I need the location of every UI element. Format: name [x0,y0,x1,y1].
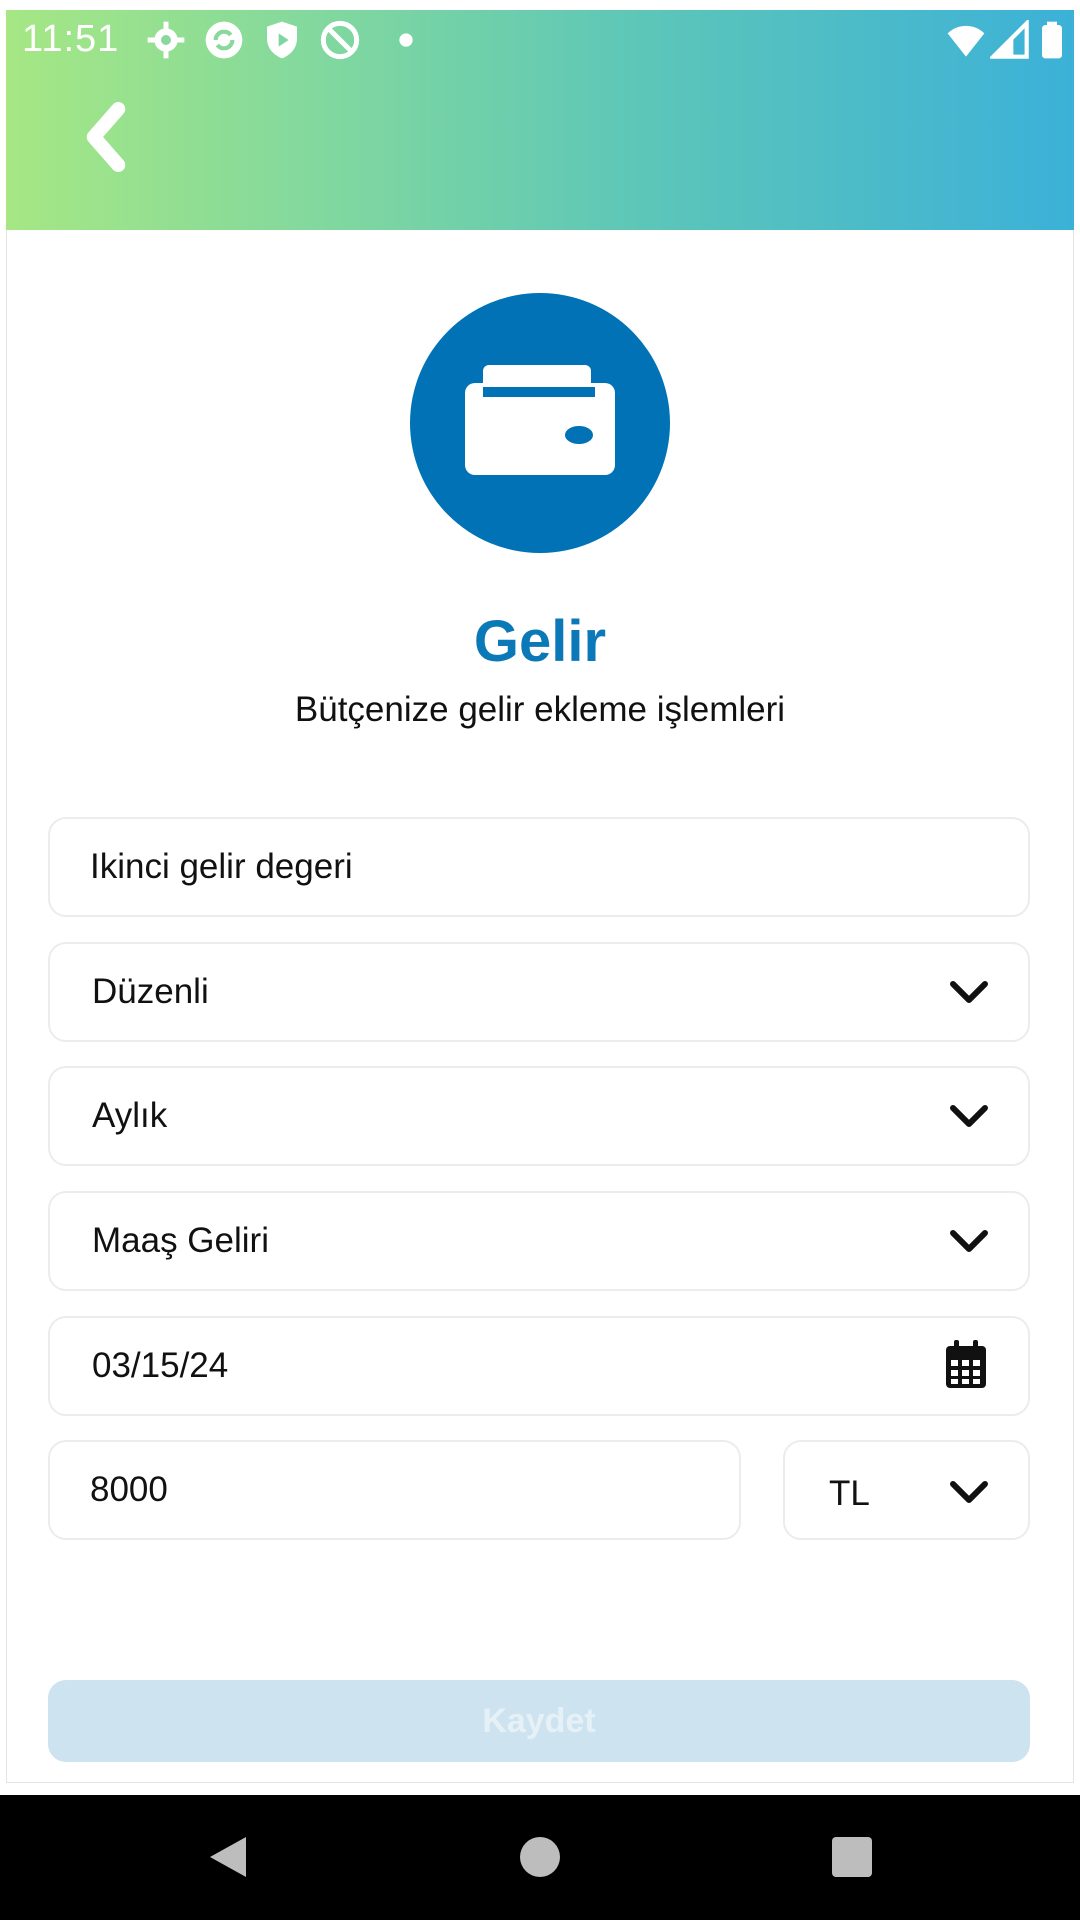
calendar-icon[interactable] [944,1340,988,1390]
chevron-down-icon [950,1230,988,1252]
page-title: Gelir [473,609,607,674]
no-disturb-icon [320,20,360,60]
status-time: 11:51 [22,18,120,60]
frequency-select[interactable]: Aylık [48,1066,1030,1166]
amount-value: 8000 [90,1470,168,1509]
nav-back-icon[interactable] [200,1829,256,1885]
system-nav-bar [0,1795,1080,1920]
amount-field[interactable]: 8000 [48,1440,741,1540]
date-field[interactable]: 03/15/24 [48,1316,1030,1416]
income-type-value: Düzenli [92,972,209,1011]
currency-select[interactable]: TL [783,1440,1030,1540]
wallet-icon [465,365,615,475]
nav-recents-icon[interactable] [824,1829,880,1885]
back-button[interactable] [76,102,136,172]
wallet-badge [410,293,670,553]
wifi-icon [947,25,985,57]
save-button[interactable]: Kaydet [48,1680,1030,1762]
shield-play-icon [267,21,297,59]
chevron-left-icon [86,102,126,172]
income-type-select[interactable]: Düzenli [48,942,1030,1042]
category-value: Maaş Geliri [92,1221,269,1260]
settings-icon [147,21,185,59]
income-name-field[interactable]: Ikinci gelir degeri [48,817,1030,917]
frequency-value: Aylık [92,1096,168,1135]
date-value: 03/15/24 [92,1346,229,1385]
page-subtitle: Bütçenize gelir ekleme işlemleri [294,690,786,729]
chevron-down-icon [950,1481,988,1503]
cellular-signal-icon [990,20,1029,59]
sync-app-icon [205,21,243,59]
app-header: 11:51 [6,10,1074,230]
nav-home-icon[interactable] [512,1829,568,1885]
chevron-down-icon [950,1105,988,1127]
status-bar: 11:51 [6,10,1074,62]
chevron-down-icon [950,981,988,1003]
category-select[interactable]: Maaş Geliri [48,1191,1030,1291]
currency-value: TL [829,1474,870,1513]
notification-dot-icon [399,33,413,47]
income-name-value: Ikinci gelir degeri [90,847,353,886]
battery-icon [1042,21,1062,59]
